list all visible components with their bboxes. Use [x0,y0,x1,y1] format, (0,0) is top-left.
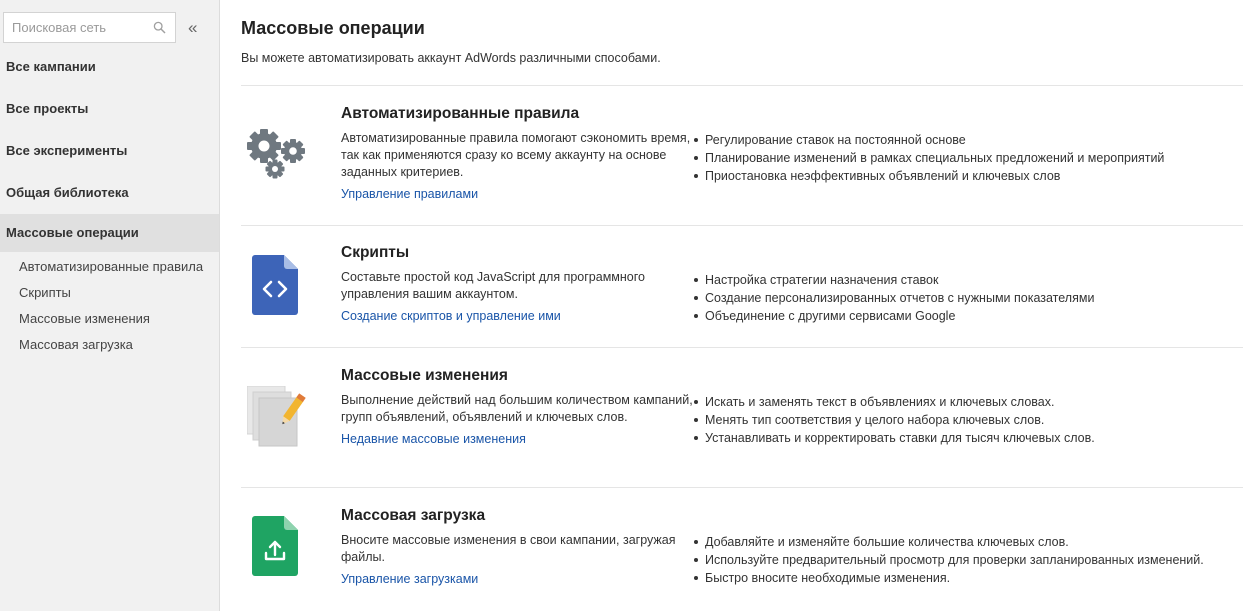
page-title: Массовые операции [241,18,425,38]
main-content: Массовые операции Вы можете автоматизиро… [220,0,1243,611]
nav-item-all-campaigns[interactable]: Все кампании [0,46,219,88]
manage-uploads-link[interactable]: Управление загрузками [341,572,478,586]
subnav-item-bulk-uploads[interactable]: Массовая загрузка [0,332,219,358]
code-file-icon [252,255,298,315]
section-scripts: Скрипты Составьте простой код JavaScript… [241,226,1243,348]
bullet-item: Добавляйте и изменяйте большие количеств… [694,533,1204,551]
bullet-item: Регулирование ставок на постоянной основ… [694,131,1164,149]
section-bullets: Добавляйте и изменяйте большие количеств… [694,533,1204,611]
section-body: Массовые изменения Выполнение действий н… [341,348,694,487]
section-icon-container [241,226,341,347]
section-text: Автоматизированные правила помогают сэко… [341,131,691,179]
section-title: Массовая загрузка [341,507,486,524]
section-icon-container [241,86,341,225]
subnav-item-automated-rules[interactable]: Автоматизированные правила [0,254,219,280]
sections-list: Автоматизированные правила Автоматизиров… [241,85,1243,611]
page-description: Вы можете автоматизировать аккаунт AdWor… [241,51,661,65]
bullet-item: Приостановка неэффективных объявлений и … [694,167,1164,185]
gears-icon [247,129,305,179]
section-title: Автоматизированные правила [341,105,580,122]
bulk-operations-submenu: Автоматизированные правила Скрипты Массо… [0,252,219,358]
section-body: Массовая загрузка Вносите массовые измен… [341,488,694,611]
subnav-item-scripts[interactable]: Скрипты [0,280,219,306]
nav-item-all-experiments[interactable]: Все эксперименты [0,130,219,172]
section-automated-rules: Автоматизированные правила Автоматизиров… [241,86,1243,226]
search-row: « [0,0,219,46]
nav-item-shared-library[interactable]: Общая библиотека [0,172,219,214]
manage-scripts-link[interactable]: Создание скриптов и управление ими [341,309,561,323]
section-bulk-uploads: Массовая загрузка Вносите массовые измен… [241,488,1243,611]
bullet-item: Устанавливать и корректировать ставки дл… [694,429,1095,447]
sidebar: « Все кампании Все проекты Все экспериме… [0,0,220,611]
search-icon[interactable] [153,21,166,34]
section-icon-container [241,348,341,487]
subnav-item-bulk-edits[interactable]: Массовые изменения [0,306,219,332]
section-icon-container [241,488,341,611]
section-text: Выполнение действий над большим количест… [341,393,693,424]
section-title: Массовые изменения [341,367,508,384]
section-bullets: Настройка стратегии назначения ставок Со… [694,271,1094,347]
bullet-item: Используйте предварительный просмотр для… [694,551,1204,569]
bullet-item: Менять тип соответствия у целого набора … [694,411,1095,429]
bullet-item: Объединение с другими сервисами Google [694,307,1094,325]
nav-item-bulk-operations[interactable]: Массовые операции [0,214,219,252]
section-bullets: Регулирование ставок на постоянной основ… [694,131,1164,225]
search-box[interactable] [3,11,176,43]
collapse-sidebar-button[interactable]: « [188,19,197,36]
nav-item-all-drafts[interactable]: Все проекты [0,88,219,130]
pages-pencil-icon [247,386,306,447]
recent-bulk-edits-link[interactable]: Недавние массовые изменения [341,432,526,446]
bullet-item: Создание персонализированных отчетов с н… [694,289,1094,307]
app-window: « Все кампании Все проекты Все экспериме… [0,0,1243,611]
bullet-item: Настройка стратегии назначения ставок [694,271,1094,289]
section-body: Скрипты Составьте простой код JavaScript… [341,226,694,347]
section-body: Автоматизированные правила Автоматизиров… [341,86,694,225]
bullet-item: Искать и заменять текст в объявлениях и … [694,393,1095,411]
bullet-item: Быстро вносите необходимые изменения. [694,569,1204,587]
section-text: Составьте простой код JavaScript для про… [341,270,645,301]
section-title: Скрипты [341,244,410,261]
manage-rules-link[interactable]: Управление правилами [341,187,478,201]
section-bulk-edits: Массовые изменения Выполнение действий н… [241,348,1243,488]
bullet-item: Планирование изменений в рамках специаль… [694,149,1164,167]
upload-file-icon [252,516,298,576]
search-input[interactable] [12,19,147,35]
section-bullets: Искать и заменять текст в объявлениях и … [694,393,1095,487]
section-text: Вносите массовые изменения в свои кампан… [341,533,676,564]
